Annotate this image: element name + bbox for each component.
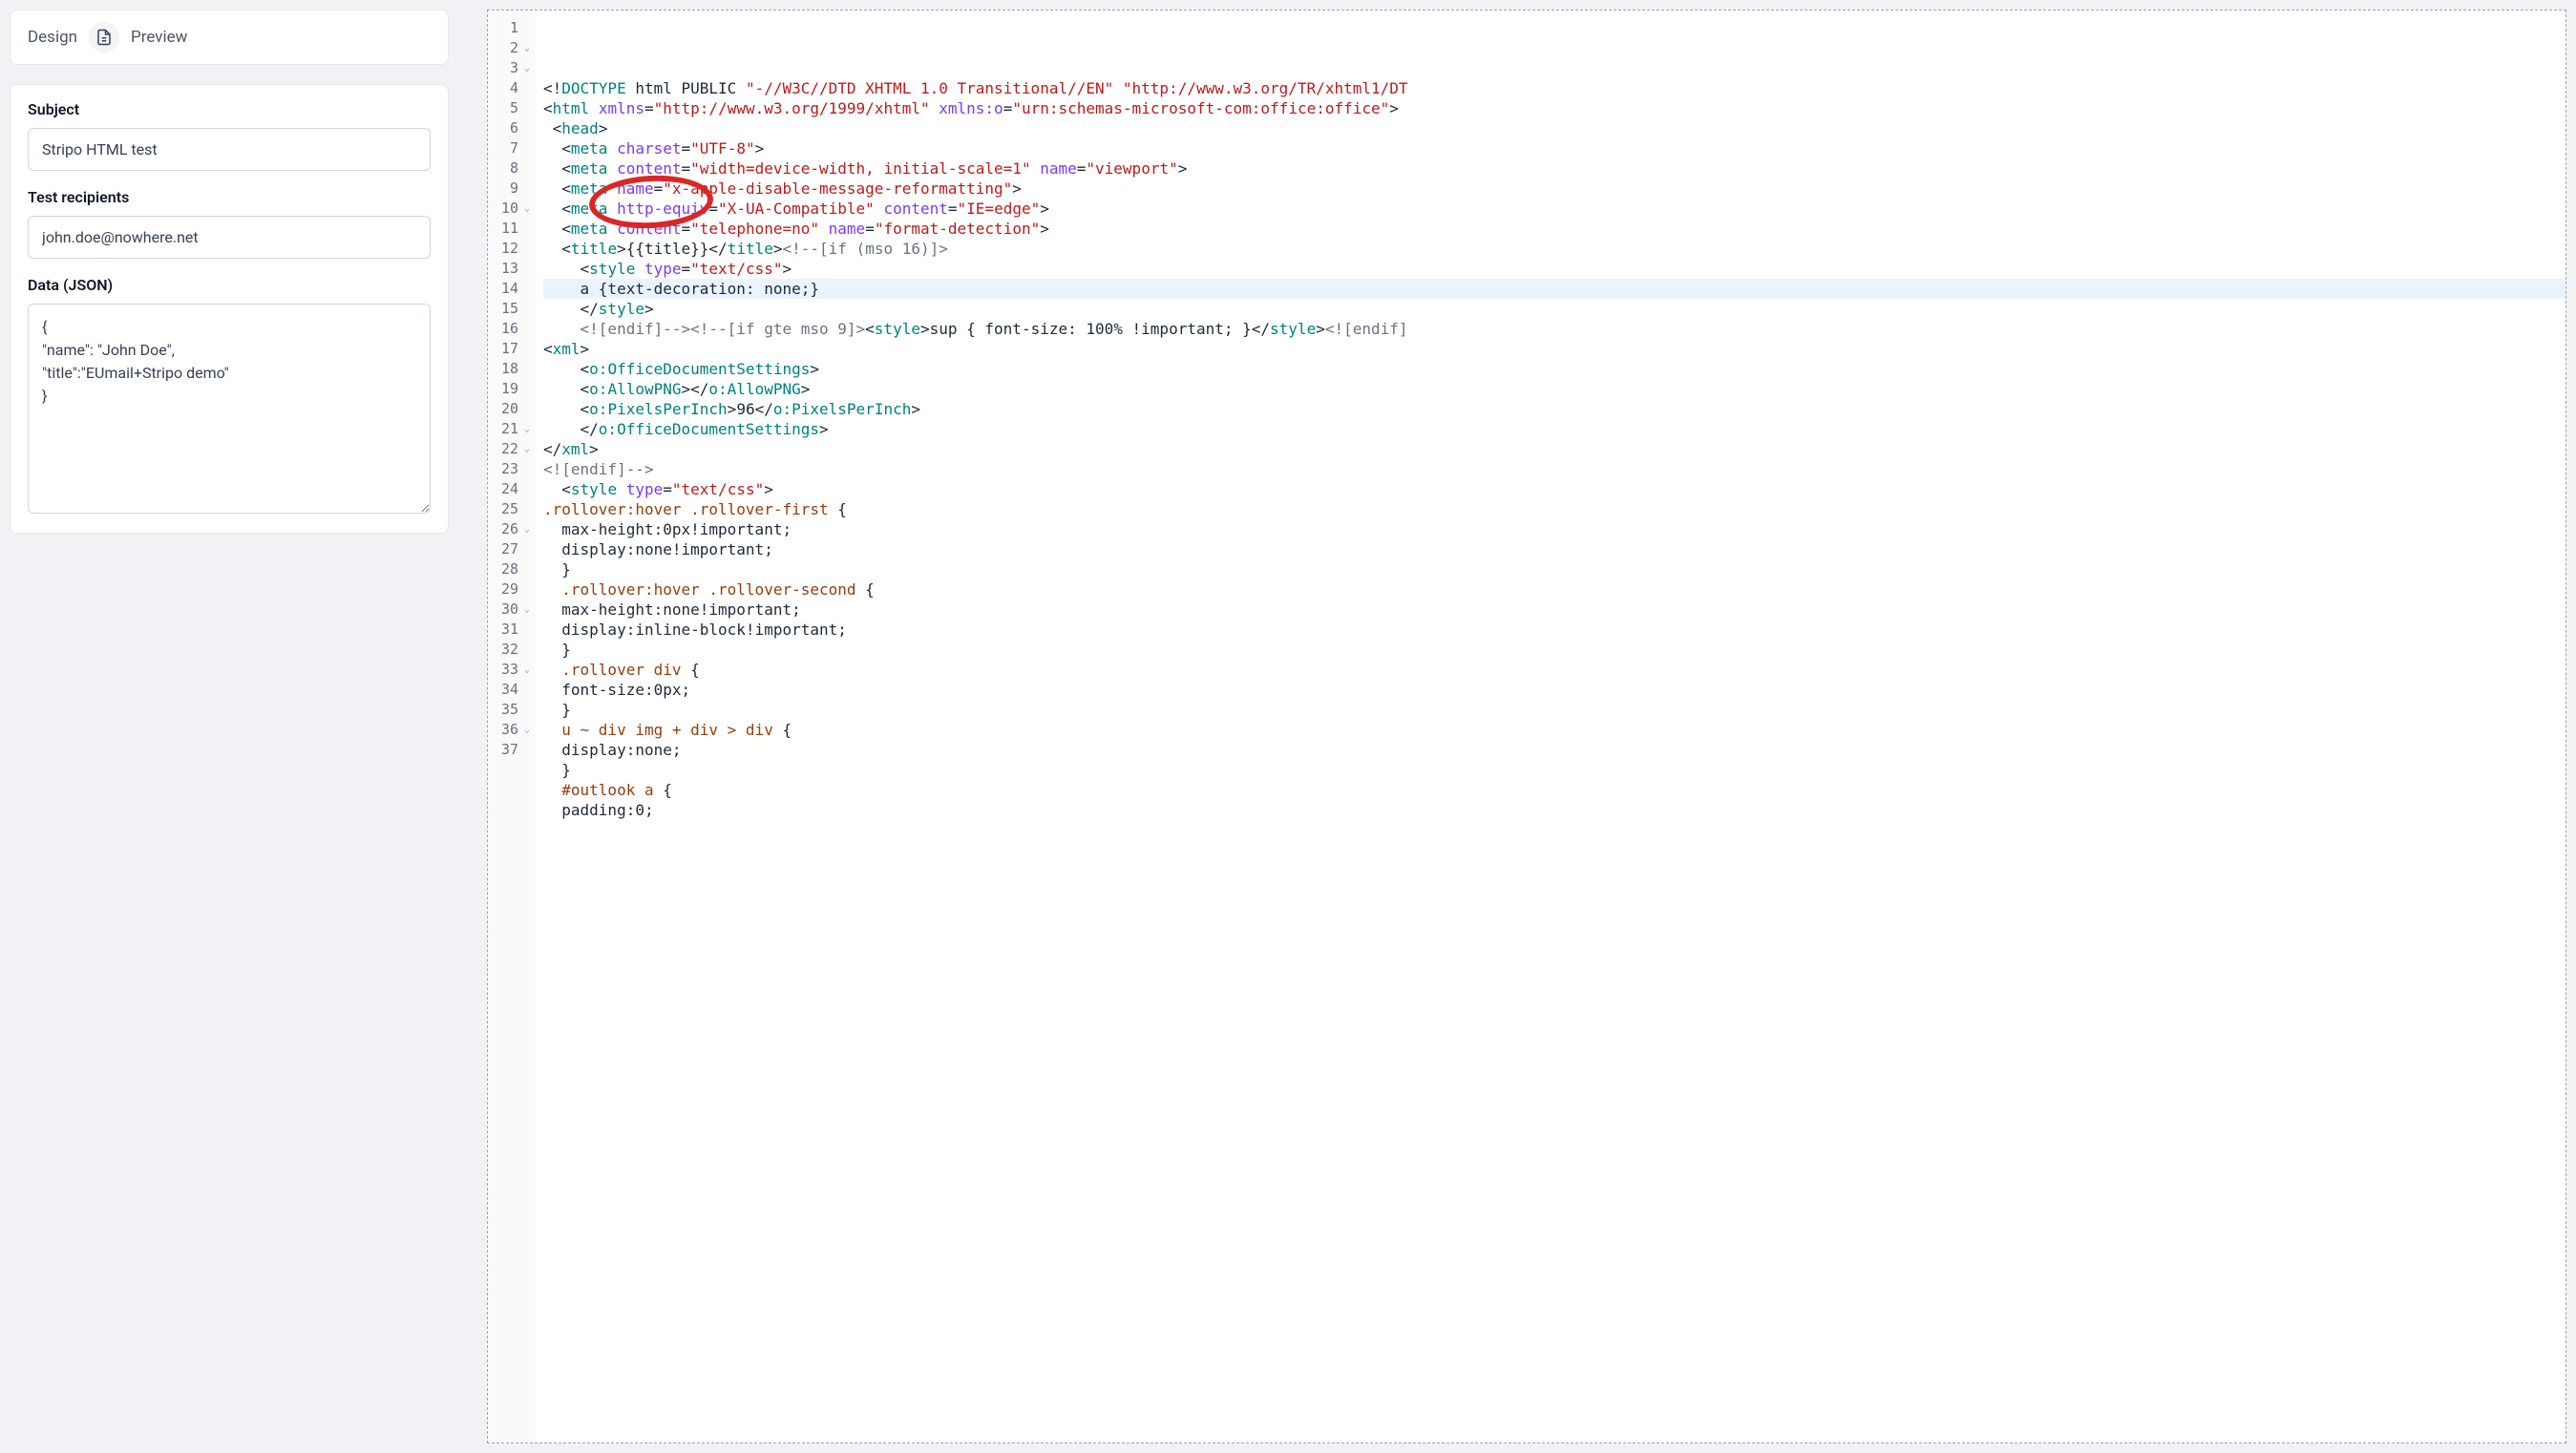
code-line[interactable]: .rollover:hover .rollover-first { bbox=[543, 499, 2565, 519]
code-line[interactable]: display:none!important; bbox=[543, 539, 2565, 559]
fold-toggle[interactable]: ⌄ bbox=[520, 600, 530, 620]
code-line[interactable]: </o:OfficeDocumentSettings> bbox=[543, 419, 2565, 439]
code-line[interactable]: max-height:none!important; bbox=[543, 600, 2565, 620]
code-line[interactable]: <meta http-equiv="X-UA-Compatible" conte… bbox=[543, 199, 2565, 219]
fold-toggle[interactable]: ⌄ bbox=[520, 38, 530, 58]
code-line[interactable]: <style type="text/css"> bbox=[543, 479, 2565, 499]
tab-preview[interactable]: Preview bbox=[131, 28, 187, 47]
code-line[interactable]: #outlook a { bbox=[543, 780, 2565, 800]
fold-toggle[interactable]: ⌄ bbox=[520, 519, 530, 539]
code-line[interactable]: <o:PixelsPerInch>96</o:PixelsPerInch> bbox=[543, 399, 2565, 419]
code-line[interactable]: </style> bbox=[543, 299, 2565, 319]
subject-label: Subject bbox=[28, 100, 431, 118]
code-line[interactable]: font-size:0px; bbox=[543, 680, 2565, 700]
code-line[interactable]: .rollover div { bbox=[543, 660, 2565, 680]
left-panel: Design Preview Subject Test recipients D… bbox=[0, 0, 458, 1453]
code-line[interactable]: <meta content="width=device-width, initi… bbox=[543, 158, 2565, 179]
code-line[interactable]: padding:0; bbox=[543, 800, 2565, 820]
code-line[interactable]: <title>{{title}}</title><!--[if (mso 16)… bbox=[543, 239, 2565, 259]
code-line[interactable]: } bbox=[543, 700, 2565, 720]
code-editor[interactable]: 12⌄3⌄45678910⌄1112131415161718192021⌄22⌄… bbox=[487, 10, 2566, 1443]
code-line[interactable]: <meta charset="UTF-8"> bbox=[543, 138, 2565, 158]
fold-toggle[interactable]: ⌄ bbox=[520, 660, 530, 680]
recipients-label: Test recipients bbox=[28, 188, 431, 206]
form-card: Subject Test recipients Data (JSON) bbox=[10, 84, 449, 534]
tab-design[interactable]: Design bbox=[28, 28, 77, 47]
data-json-label: Data (JSON) bbox=[28, 276, 431, 294]
code-icon-button[interactable] bbox=[89, 22, 119, 53]
code-line[interactable]: <style type="text/css"> bbox=[543, 259, 2565, 279]
code-line[interactable]: } bbox=[543, 559, 2565, 579]
code-line[interactable]: a {text-decoration: none;} bbox=[543, 279, 2565, 299]
code-line[interactable]: </xml> bbox=[543, 439, 2565, 459]
code-line[interactable]: <o:AllowPNG></o:AllowPNG> bbox=[543, 379, 2565, 399]
right-panel: 12⌄3⌄45678910⌄1112131415161718192021⌄22⌄… bbox=[458, 0, 2576, 1453]
tabs-card: Design Preview bbox=[10, 10, 449, 65]
data-json-textarea[interactable] bbox=[28, 304, 431, 514]
subject-input[interactable] bbox=[28, 128, 431, 171]
fold-toggle[interactable]: ⌄ bbox=[520, 439, 530, 459]
code-line[interactable]: <![endif]--> bbox=[543, 459, 2565, 479]
code-line[interactable]: <o:OfficeDocumentSettings> bbox=[543, 359, 2565, 379]
recipients-input[interactable] bbox=[28, 216, 431, 259]
fold-toggle[interactable]: ⌄ bbox=[520, 199, 530, 219]
fold-toggle[interactable]: ⌄ bbox=[520, 58, 530, 78]
code-line[interactable]: .rollover:hover .rollover-second { bbox=[543, 579, 2565, 600]
code-line[interactable]: display:none; bbox=[543, 740, 2565, 760]
code-line[interactable]: <xml> bbox=[543, 339, 2565, 359]
code-line[interactable]: <!DOCTYPE html PUBLIC "-//W3C//DTD XHTML… bbox=[543, 78, 2565, 98]
code-line[interactable]: <html xmlns="http://www.w3.org/1999/xhtm… bbox=[543, 98, 2565, 118]
code-line[interactable]: <meta content="telephone=no" name="forma… bbox=[543, 219, 2565, 239]
code-line[interactable]: } bbox=[543, 760, 2565, 780]
fold-toggle[interactable]: ⌄ bbox=[520, 419, 530, 439]
code-line[interactable]: <meta name="x-apple-disable-message-refo… bbox=[543, 179, 2565, 199]
editor-code-area[interactable]: <!DOCTYPE html PUBLIC "-//W3C//DTD XHTML… bbox=[536, 11, 2565, 1442]
editor-gutter: 12⌄3⌄45678910⌄1112131415161718192021⌄22⌄… bbox=[488, 11, 536, 1442]
fold-toggle[interactable]: ⌄ bbox=[520, 720, 530, 740]
code-line[interactable]: } bbox=[543, 640, 2565, 660]
code-line[interactable]: max-height:0px!important; bbox=[543, 519, 2565, 539]
document-icon bbox=[95, 29, 113, 46]
code-line[interactable]: <head> bbox=[543, 118, 2565, 138]
code-line[interactable]: u ~ div img + div > div { bbox=[543, 720, 2565, 740]
code-line[interactable]: <![endif]--><!--[if gte mso 9]><style>su… bbox=[543, 319, 2565, 339]
code-line[interactable]: display:inline-block!important; bbox=[543, 620, 2565, 640]
